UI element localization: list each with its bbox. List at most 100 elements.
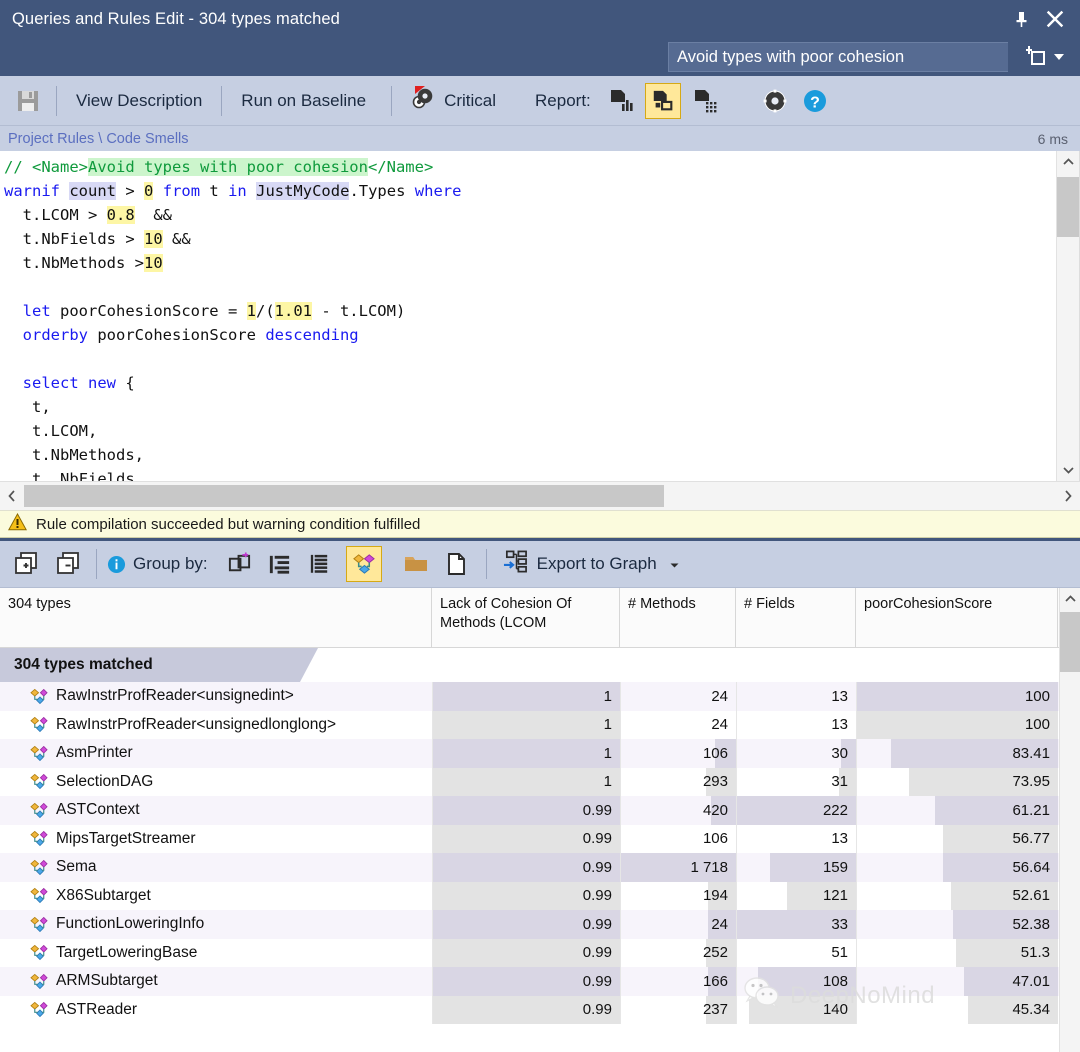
row-fields-cell[interactable]: 51	[736, 939, 856, 968]
row-score-cell[interactable]: 51.3	[856, 939, 1058, 968]
row-type-name-cell[interactable]: TargetLoweringBase	[0, 939, 432, 968]
editor-horizontal-scrollbar[interactable]	[0, 481, 1080, 510]
editor-vertical-scrollbar[interactable]	[1056, 151, 1079, 481]
view-description-button[interactable]: View Description	[67, 81, 211, 121]
table-row[interactable]: ASTContext0.9942022261.21	[0, 796, 1080, 825]
grid-scroll-thumb[interactable]	[1060, 612, 1080, 672]
column-header-fields[interactable]: # Fields	[736, 588, 856, 647]
row-fields-cell[interactable]: 31	[736, 768, 856, 797]
group-header-label[interactable]: 304 types matched	[0, 648, 330, 682]
row-score-cell[interactable]: 83.41	[856, 739, 1058, 768]
gear-icon[interactable]	[757, 83, 793, 119]
rule-name-input[interactable]: Avoid types with poor cohesion	[668, 42, 1008, 72]
row-lcom-cell[interactable]: 1	[432, 739, 620, 768]
row-lcom-cell[interactable]: 0.99	[432, 882, 620, 911]
table-row[interactable]: FunctionLoweringInfo0.99243352.38	[0, 910, 1080, 939]
column-header-lcom[interactable]: Lack of Cohesion Of Methods (LCOM	[432, 588, 620, 647]
export-to-graph-button[interactable]: Export to Graph	[503, 544, 690, 584]
row-type-name-cell[interactable]: MipsTargetStreamer	[0, 825, 432, 854]
row-lcom-cell[interactable]: 0.99	[432, 796, 620, 825]
row-methods-cell[interactable]: 237	[620, 996, 736, 1025]
row-fields-cell[interactable]: 159	[736, 853, 856, 882]
row-lcom-cell[interactable]: 0.99	[432, 825, 620, 854]
row-score-cell[interactable]: 56.77	[856, 825, 1058, 854]
table-row[interactable]: ASTReader0.9923714045.34	[0, 996, 1080, 1025]
row-fields-cell[interactable]: 222	[736, 796, 856, 825]
row-score-cell[interactable]: 52.38	[856, 910, 1058, 939]
folder-icon[interactable]	[398, 546, 434, 582]
editor-scroll-thumb[interactable]	[1057, 177, 1079, 237]
row-score-cell[interactable]: 73.95	[856, 768, 1058, 797]
save-button[interactable]	[10, 83, 46, 119]
table-row[interactable]: RawInstrProfReader<unsignedlonglong>124 1…	[0, 711, 1080, 740]
row-type-name-cell[interactable]: RawInstrProfReader<unsignedint>	[0, 682, 432, 711]
grid-vertical-scrollbar[interactable]	[1059, 588, 1080, 1052]
row-lcom-cell[interactable]: 0.99	[432, 910, 620, 939]
report-diagram-icon[interactable]	[645, 83, 681, 119]
row-methods-cell[interactable]: 293	[620, 768, 736, 797]
row-methods-cell[interactable]: 252	[620, 939, 736, 968]
row-type-name-cell[interactable]: ARMSubtarget	[0, 967, 432, 996]
report-chart-icon[interactable]	[603, 83, 639, 119]
row-lcom-cell[interactable]: 0.99	[432, 996, 620, 1025]
table-row[interactable]: RawInstrProfReader<unsignedint>12413100	[0, 682, 1080, 711]
expand-all-icon[interactable]	[8, 546, 44, 582]
table-row[interactable]: ARMSubtarget0.9916610847.01	[0, 967, 1080, 996]
scroll-down-icon[interactable]	[1057, 459, 1079, 481]
table-row[interactable]: X86Subtarget0.9919412152.61	[0, 882, 1080, 911]
row-methods-cell[interactable]: 106	[620, 739, 736, 768]
row-lcom-cell[interactable]: 1	[432, 711, 620, 740]
breadcrumb-path[interactable]: Project Rules \ Code Smells	[8, 131, 189, 147]
row-fields-cell[interactable]: 140	[736, 996, 856, 1025]
scroll-right-icon[interactable]	[1056, 482, 1080, 510]
new-query-button[interactable]	[1008, 38, 1080, 76]
row-methods-cell[interactable]: 194	[620, 882, 736, 911]
row-type-name-cell[interactable]: FunctionLoweringInfo	[0, 910, 432, 939]
row-fields-cell[interactable]: 108	[736, 967, 856, 996]
row-methods-cell[interactable]: 24	[620, 910, 736, 939]
info-icon[interactable]	[107, 555, 126, 574]
row-fields-cell[interactable]: 13	[736, 682, 856, 711]
row-lcom-cell[interactable]: 0.99	[432, 939, 620, 968]
row-type-name-cell[interactable]: AsmPrinter	[0, 739, 432, 768]
group-tree-icon[interactable]	[262, 546, 298, 582]
row-type-name-cell[interactable]: X86Subtarget	[0, 882, 432, 911]
file-icon[interactable]	[438, 546, 474, 582]
row-methods-cell[interactable]: 24	[620, 711, 736, 740]
query-code-editor[interactable]: // <Name>Avoid types with poor cohesion<…	[0, 151, 1080, 481]
hscroll-track[interactable]	[24, 485, 1056, 507]
row-methods-cell[interactable]: 166	[620, 967, 736, 996]
scroll-up-icon[interactable]	[1057, 151, 1079, 173]
row-methods-cell[interactable]: 106	[620, 825, 736, 854]
row-lcom-cell[interactable]: 1	[432, 768, 620, 797]
table-row[interactable]: TargetLoweringBase0.992525151.3	[0, 939, 1080, 968]
report-matrix-icon[interactable]	[687, 83, 723, 119]
row-type-name-cell[interactable]: SelectionDAG	[0, 768, 432, 797]
row-score-cell[interactable]: 45.34	[856, 996, 1058, 1025]
table-row[interactable]: Sema0.991 71815956.64	[0, 853, 1080, 882]
row-score-cell[interactable]: 100	[856, 682, 1058, 711]
caret-down-icon[interactable]	[670, 554, 679, 574]
row-score-cell[interactable]: 47.01	[856, 967, 1058, 996]
group-header-row[interactable]: 304 types matched	[0, 648, 1080, 682]
column-header-methods[interactable]: # Methods	[620, 588, 736, 647]
help-icon[interactable]: ?	[797, 83, 833, 119]
row-score-cell[interactable]: 61.21	[856, 796, 1058, 825]
critical-button[interactable]: Critical	[410, 81, 507, 121]
collapse-all-icon[interactable]	[50, 546, 86, 582]
row-lcom-cell[interactable]: 0.99	[432, 853, 620, 882]
row-methods-cell[interactable]: 24	[620, 682, 736, 711]
row-fields-cell[interactable]: 121	[736, 882, 856, 911]
row-type-name-cell[interactable]: RawInstrProfReader<unsignedlonglong>	[0, 711, 432, 740]
row-fields-cell[interactable]: 30	[736, 739, 856, 768]
close-icon[interactable]	[1042, 6, 1068, 32]
code-content[interactable]: // <Name>Avoid types with poor cohesion<…	[0, 151, 1079, 481]
table-row[interactable]: AsmPrinter11063083.41	[0, 739, 1080, 768]
chevron-down-icon[interactable]	[1054, 54, 1064, 60]
row-score-cell[interactable]: 52.61	[856, 882, 1058, 911]
column-header-types[interactable]: 304 types	[0, 588, 432, 647]
row-score-cell[interactable]: 100	[856, 711, 1058, 740]
pin-icon[interactable]	[1008, 6, 1034, 32]
hscroll-thumb[interactable]	[24, 485, 664, 507]
column-header-score[interactable]: poorCohesionScore	[856, 588, 1058, 647]
